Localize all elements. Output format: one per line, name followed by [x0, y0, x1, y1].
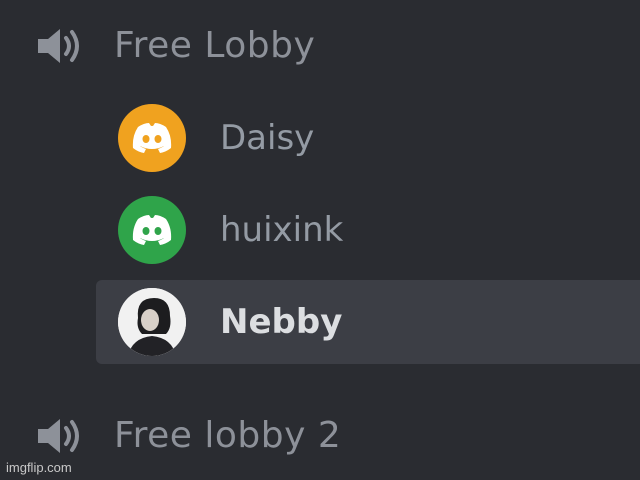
watermark: imgflip.com — [6, 460, 72, 475]
voice-member-nebby[interactable]: Nebby — [96, 280, 640, 364]
avatar — [118, 104, 186, 172]
speaker-icon — [34, 414, 90, 458]
voice-channel-free-lobby-2[interactable]: Free lobby 2 — [0, 406, 640, 466]
channel-name: Free lobby 2 — [114, 415, 342, 456]
voice-member-daisy[interactable]: Daisy — [96, 96, 640, 180]
user-photo — [118, 288, 186, 356]
member-name: huixink — [220, 210, 344, 250]
voice-channel-list: Free Lobby Daisy huixink Nebby Free lobb… — [0, 0, 640, 480]
voice-member-huixink[interactable]: huixink — [96, 188, 640, 272]
member-name: Daisy — [220, 118, 315, 158]
discord-logo-icon — [132, 215, 172, 245]
speaker-icon — [34, 24, 90, 68]
channel-name: Free Lobby — [114, 25, 316, 66]
member-name: Nebby — [220, 302, 343, 342]
discord-logo-icon — [132, 123, 172, 153]
voice-channel-free-lobby[interactable]: Free Lobby — [0, 16, 640, 76]
avatar — [118, 196, 186, 264]
avatar — [118, 288, 186, 356]
